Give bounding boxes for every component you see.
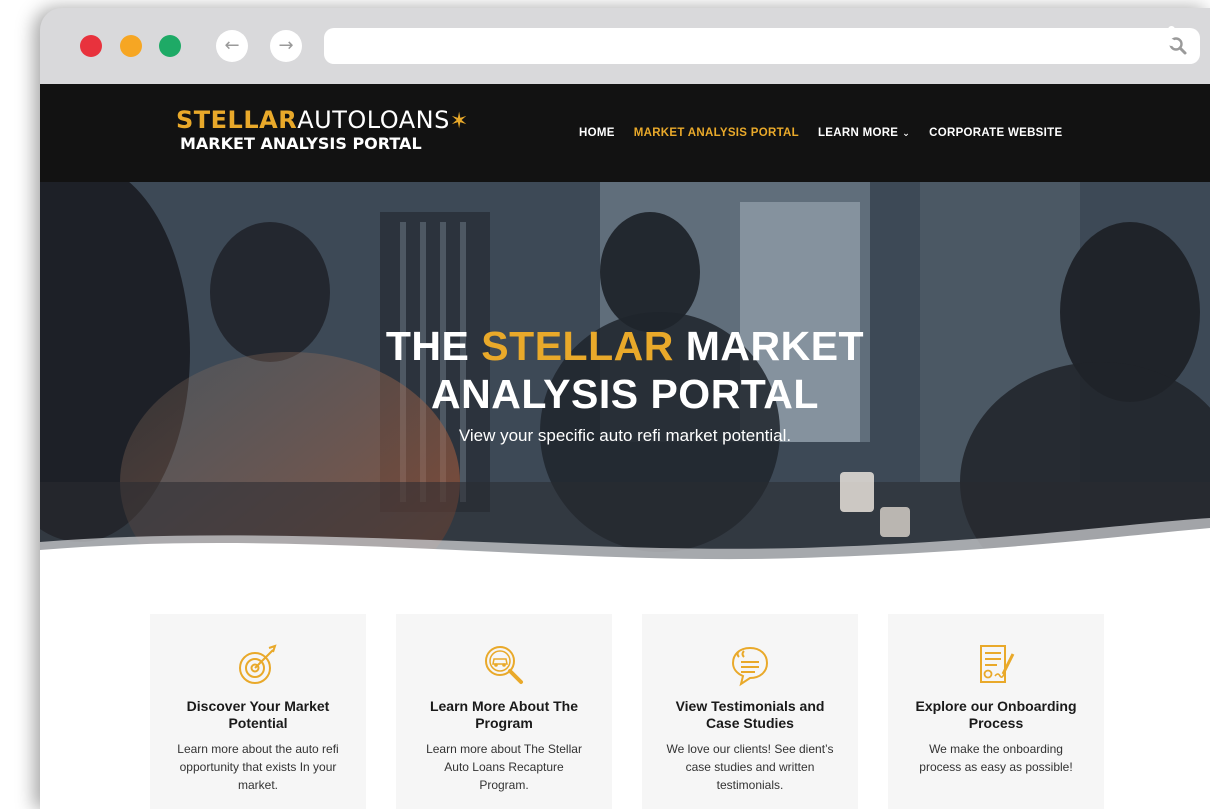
hero-title-gold: STELLAR <box>481 323 674 369</box>
close-window-dot[interactable] <box>80 35 102 57</box>
hero-banner: THE STELLAR MARKET ANALYSIS PORTAL View … <box>40 182 1210 574</box>
address-bar[interactable] <box>324 28 1200 64</box>
card-title: Explore our Onboarding Process <box>915 698 1077 731</box>
star-icon: ✶ <box>449 109 469 134</box>
hero-title: THE STELLAR MARKET ANALYSIS PORTAL <box>40 322 1210 418</box>
hero-subtitle: View your specific auto refi market pote… <box>458 426 792 445</box>
logo-brand-gold: STELLAR <box>176 106 298 134</box>
site-header: STELLARAUTOLOANS✶ MARKET ANALYSIS PORTAL… <box>40 84 1210 182</box>
arrow-right-icon[interactable]: → <box>270 30 302 62</box>
card-text: We make the onboarding process as easy a… <box>919 742 1073 774</box>
card-title: Learn More About The Program <box>429 698 579 731</box>
nav-corporate-website[interactable]: CORPORATE WEBSITE <box>929 127 1062 139</box>
card-title: View Testimonials and Case Studies <box>675 698 825 731</box>
magnifier-car-icon <box>485 646 523 684</box>
card-learn-program[interactable]: Learn More About The Program Learn more … <box>396 614 612 809</box>
signed-document-icon <box>980 645 1015 683</box>
hero-title-part1: THE <box>385 323 482 369</box>
logo-brand-white: AUTOLOANS <box>297 106 450 134</box>
card-onboarding[interactable]: Explore our Onboarding Process We make t… <box>888 614 1104 809</box>
card-discover-market[interactable]: Discover Your Market Potential Learn mor… <box>150 614 366 809</box>
browser-toolbar: ← → <box>40 8 1210 84</box>
card-title: Discover Your Market Potential <box>186 698 330 731</box>
logo-subtitle: MARKET ANALYSIS PORTAL <box>180 134 422 153</box>
maximize-window-dot[interactable] <box>159 35 181 57</box>
kebab-menu-icon[interactable] <box>1166 26 1176 70</box>
feature-cards: Discover Your Market Potential Learn mor… <box>150 614 1104 809</box>
browser-window: ← → STELLARAUTOLOANS✶ MARKET ANALYSIS PO… <box>40 8 1210 809</box>
hero-title-part2: MARKET <box>673 323 865 369</box>
card-text: Learn more about The Stellar Auto Loans … <box>426 742 582 792</box>
card-testimonials[interactable]: View Testimonials and Case Studies We lo… <box>642 614 858 809</box>
nav-home[interactable]: HOME <box>579 127 615 139</box>
website-viewport: STELLARAUTOLOANS✶ MARKET ANALYSIS PORTAL… <box>40 84 1210 809</box>
minimize-window-dot[interactable] <box>120 35 142 57</box>
main-nav: HOME MARKET ANALYSIS PORTAL LEARN MORE ⌄ … <box>579 127 1062 139</box>
card-text: Learn more about the auto refi opportuni… <box>177 742 339 792</box>
quote-bubble-icon <box>731 646 769 687</box>
hero-wave-divider <box>40 518 1210 574</box>
nav-learn-more-label: LEARN MORE <box>817 127 899 139</box>
site-logo[interactable]: STELLARAUTOLOANS✶ MARKET ANALYSIS PORTAL <box>176 108 469 154</box>
arrow-left-icon[interactable]: ← <box>216 30 248 62</box>
nav-learn-more[interactable]: LEARN MORE ⌄ <box>818 127 910 139</box>
card-text: We love our clients! See dient’s case st… <box>666 742 834 792</box>
hero-title-line2: ANALYSIS PORTAL <box>431 371 819 417</box>
target-icon <box>239 644 277 684</box>
nav-market-analysis-portal[interactable]: MARKET ANALYSIS PORTAL <box>634 127 799 139</box>
chevron-down-icon: ⌄ <box>902 128 911 138</box>
